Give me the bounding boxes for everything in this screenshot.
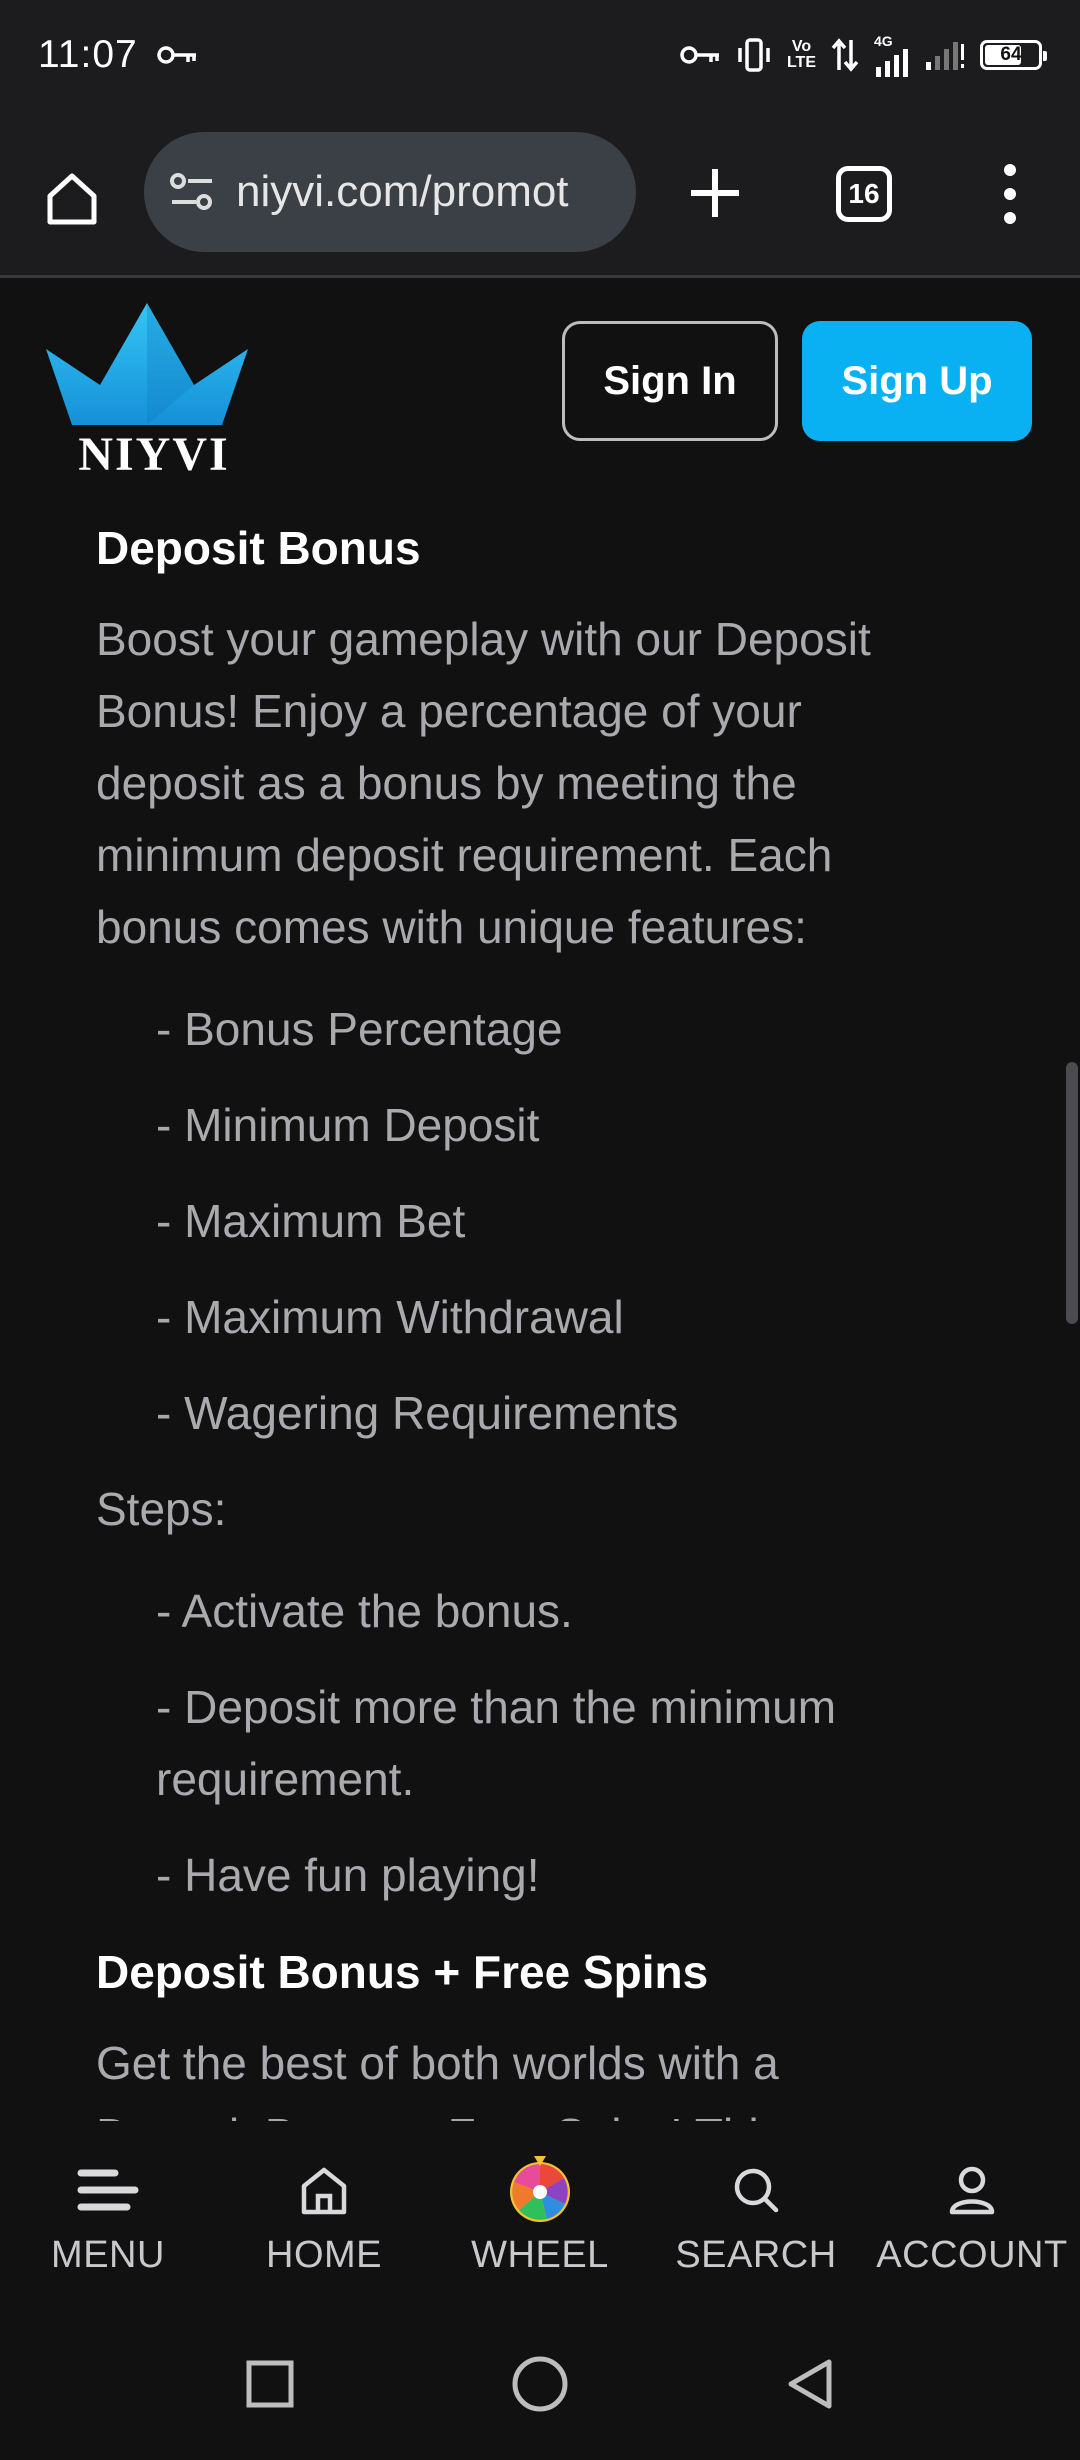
browser-toolbar: niyvi.com/promot 16 — [0, 110, 1080, 278]
nav-label: SEARCH — [675, 2234, 837, 2276]
account-icon — [949, 2166, 995, 2215]
screen: 11:07 Vo LTE 4G 64 niyvi.com/promot 16 N… — [0, 0, 1080, 2460]
intro-line: minimum deposit requirement. Each — [96, 829, 833, 881]
nav-label: ACCOUNT — [876, 2234, 1068, 2276]
home-icon — [301, 2167, 347, 2215]
nav-label: HOME — [266, 2234, 382, 2276]
sign-up-button[interactable]: Sign Up — [802, 321, 1032, 441]
nav-item-wheel[interactable]: WHEEL — [432, 2152, 648, 2292]
sign-in-button[interactable]: Sign In — [562, 321, 778, 441]
home-circle-icon[interactable] — [510, 2354, 570, 2414]
system-navigation — [0, 2304, 1080, 2460]
section-title-deposit-bonus: Deposit Bonus — [96, 522, 421, 574]
step-item: - Activate the bonus. — [156, 1585, 573, 1637]
browser-home-button[interactable] — [36, 162, 108, 234]
search-icon — [734, 2168, 779, 2213]
bottom-navigation: MENU HOME WHEEL SEARCH ACCOUNT — [0, 2124, 1080, 2304]
url-text: niyvi.com/promot — [236, 167, 569, 216]
more-menu-icon[interactable] — [990, 158, 1030, 230]
nav-item-home[interactable]: HOME — [216, 2152, 432, 2292]
key-icon — [679, 43, 721, 67]
intro-line-cut: Deposit Bonus + Free Spins! This — [96, 2099, 996, 2121]
volte-icon: Vo LTE — [786, 38, 816, 71]
feature-item: - Wagering Requirements — [156, 1387, 679, 1439]
home-icon — [47, 173, 97, 225]
intro-line: deposit as a bonus by meeting the — [96, 757, 797, 809]
steps-label: Steps: — [96, 1483, 227, 1535]
wheel-icon — [510, 2156, 570, 2222]
battery-icon: 64 — [980, 40, 1047, 70]
section-title-deposit-bonus-free-spins: Deposit Bonus + Free Spins — [96, 1946, 709, 1998]
address-bar[interactable]: niyvi.com/promot — [144, 132, 636, 252]
intro-line: Bonus! Enjoy a percentage of your — [96, 685, 802, 737]
step-item: requirement. — [156, 1753, 415, 1805]
site-settings-icon[interactable] — [168, 170, 216, 214]
key-icon — [156, 43, 198, 67]
recents-icon[interactable] — [240, 2354, 300, 2414]
feature-item: - Bonus Percentage — [156, 1003, 563, 1055]
status-time: 11:07 — [38, 33, 138, 76]
feature-item: - Maximum Withdrawal — [156, 1291, 624, 1343]
vibrate-icon — [735, 36, 773, 74]
site-header: NIYVI Sign In Sign Up — [0, 281, 1080, 491]
feature-item: - Minimum Deposit — [156, 1099, 540, 1151]
step-item: - Have fun playing! — [156, 1849, 540, 1901]
nav-label: WHEEL — [471, 2234, 609, 2276]
intro-line: bonus comes with unique features: — [96, 901, 807, 953]
feature-item: - Maximum Bet — [156, 1195, 466, 1247]
niyvi-logo[interactable]: NIYVI — [44, 301, 250, 481]
promo-content: Deposit Bonus Boost your gameplay with o… — [0, 491, 1080, 2121]
intro-line: Boost your gameplay with our Deposit — [96, 613, 871, 665]
nav-item-search[interactable]: SEARCH — [648, 2152, 864, 2292]
data-arrows-icon — [830, 36, 860, 74]
new-tab-icon — [691, 169, 739, 217]
battery-level: 64 — [1000, 44, 1022, 65]
back-icon[interactable] — [780, 2354, 840, 2414]
nav-item-menu[interactable]: MENU — [0, 2152, 216, 2292]
status-bar: 11:07 Vo LTE 4G 64 — [0, 0, 1080, 110]
page-scrollbar[interactable] — [1066, 1062, 1078, 1324]
new-tab-button[interactable] — [680, 158, 750, 228]
nav-item-account[interactable]: ACCOUNT — [864, 2152, 1080, 2292]
intro-line: Get the best of both worlds with a — [96, 2037, 779, 2089]
signal-weak-icon — [924, 40, 966, 70]
tabs-button[interactable]: 16 — [836, 166, 892, 222]
tab-count: 16 — [848, 178, 880, 209]
crown-icon — [46, 303, 248, 425]
nav-label: MENU — [51, 2234, 165, 2276]
logo-wordmark: NIYVI — [78, 428, 230, 481]
menu-icon — [77, 2169, 139, 2211]
step-item: - Deposit more than the minimum — [156, 1681, 837, 1733]
signal-icon: 4G — [874, 33, 910, 77]
